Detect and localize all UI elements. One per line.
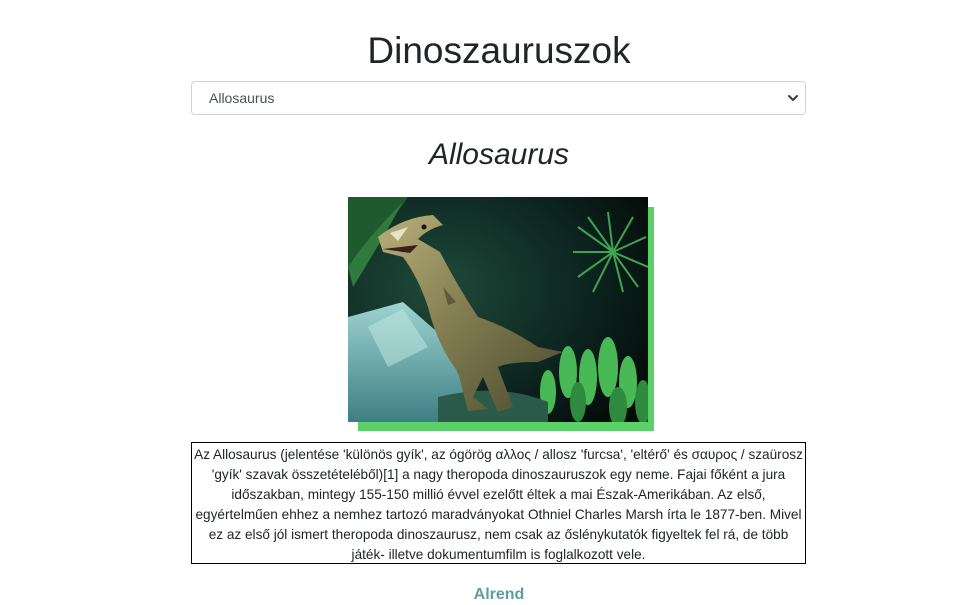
dinosaur-description: Az Allosaurus (jelentése 'különös gyík',… [191,442,806,564]
dinosaur-select-box[interactable]: Allosaurus [191,81,806,115]
chevron-down-icon [788,95,798,101]
page-title: Dinoszauruszok [367,30,631,71]
dinosaur-image [348,197,648,422]
page: Dinoszauruszok Allosaurus Allosaurus Az … [0,0,978,605]
dinosaur-select[interactable]: Allosaurus [191,81,806,115]
dinosaur-name: Allosaurus [428,138,570,171]
order-link[interactable]: Alrend [0,586,978,604]
dinosaur-select-value: Allosaurus [209,90,275,106]
